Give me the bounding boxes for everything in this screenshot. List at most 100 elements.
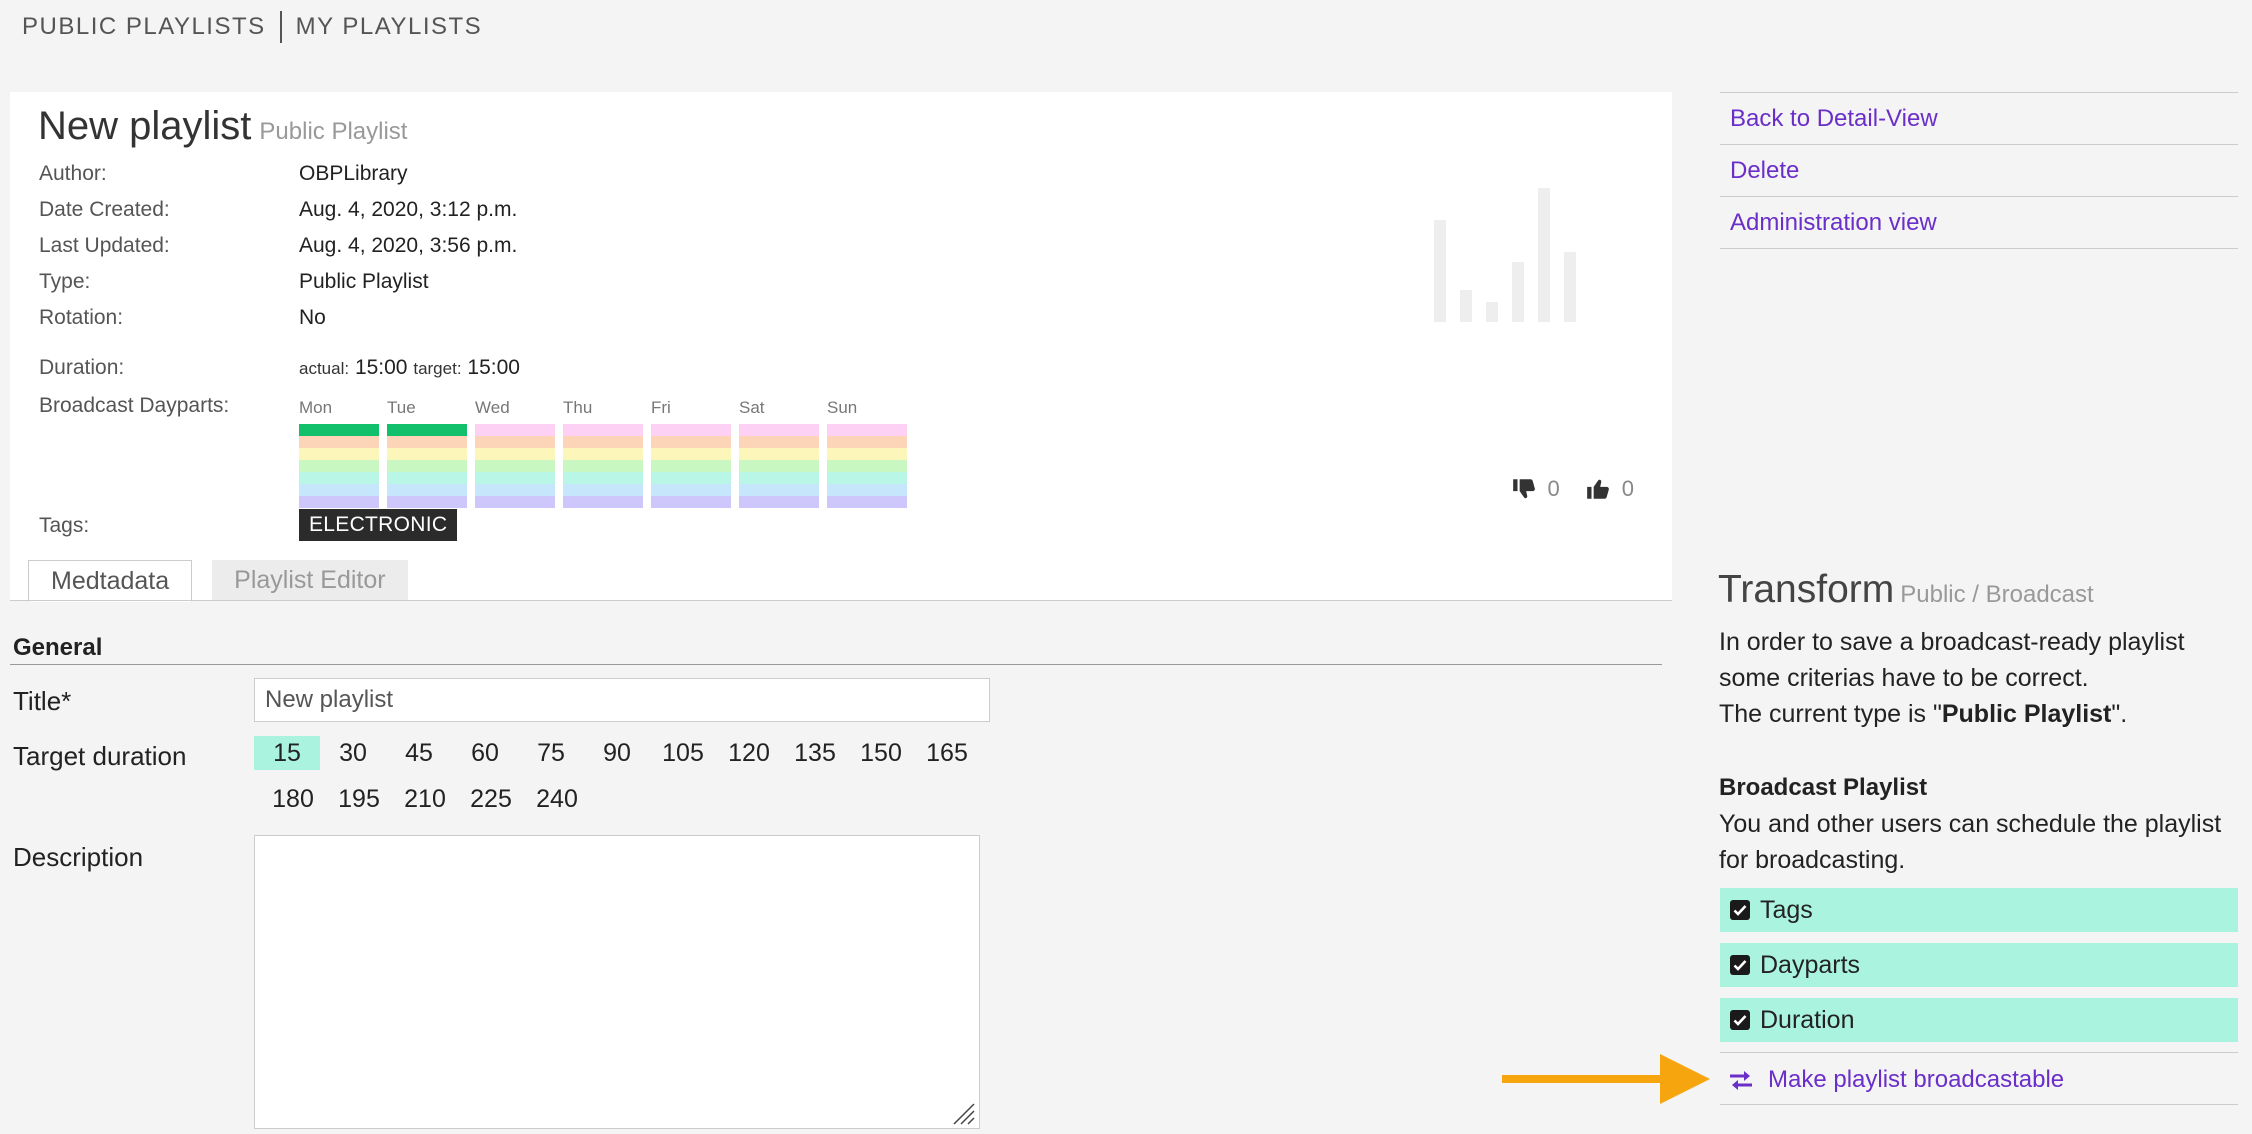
daypart-slot: [739, 484, 819, 496]
back-to-detail-view-link[interactable]: Back to Detail-View: [1720, 92, 2238, 144]
daypart-slot: [651, 424, 731, 436]
duration-option-150[interactable]: 150: [848, 736, 914, 770]
tab-playlist-editor[interactable]: Playlist Editor: [212, 560, 408, 600]
checkbox-checked-icon: [1730, 1010, 1750, 1030]
daypart-slot: [651, 436, 731, 448]
daypart-slot: [563, 484, 643, 496]
daypart-slot: [475, 484, 555, 496]
daypart-slot: [563, 496, 643, 508]
daypart-column-tue: Tue: [387, 398, 467, 508]
date-created-label: Date Created:: [39, 198, 170, 221]
daypart-slot: [475, 448, 555, 460]
duration-option-15[interactable]: 15: [254, 736, 320, 770]
daypart-slot: [827, 472, 907, 484]
daypart-slot: [739, 496, 819, 508]
daypart-slot: [475, 496, 555, 508]
duration-option-105[interactable]: 105: [650, 736, 716, 770]
daypart-day-label: Mon: [299, 398, 333, 417]
daypart-slot: [387, 448, 467, 460]
duration-option-165[interactable]: 165: [914, 736, 980, 770]
tabs-divider: [10, 600, 1672, 601]
duration-actual: 15:00: [354, 356, 408, 379]
daypart-slot: [739, 472, 819, 484]
description-textarea[interactable]: [254, 835, 980, 1129]
duration-option-120[interactable]: 120: [716, 736, 782, 770]
duration-option-75[interactable]: 75: [518, 736, 584, 770]
top-nav: PUBLIC PLAYLISTS MY PLAYLISTS: [22, 11, 483, 43]
duration-option-180[interactable]: 180: [260, 782, 326, 816]
author-link[interactable]: OBPLibrary: [299, 162, 408, 186]
resize-handle-icon[interactable]: [950, 1100, 976, 1126]
daypart-slot: [651, 448, 731, 460]
duration-option-210[interactable]: 210: [392, 782, 458, 816]
last-updated-value: Aug. 4, 2020, 3:56 p.m.: [299, 234, 518, 257]
duration-option-60[interactable]: 60: [452, 736, 518, 770]
daypart-slot: [475, 424, 555, 436]
type-value: Public Playlist: [299, 270, 429, 293]
duration-option-240[interactable]: 240: [524, 782, 590, 816]
arrow-right-icon: [1502, 1054, 1710, 1104]
daypart-slot: [387, 424, 467, 436]
upvote-button[interactable]: 0: [1584, 476, 1634, 502]
duration-option-45[interactable]: 45: [386, 736, 452, 770]
duration-target: 15:00: [467, 356, 520, 379]
daypart-slot: [299, 472, 379, 484]
delete-label[interactable]: Delete: [1730, 157, 1799, 185]
tag-badge[interactable]: ELECTRONIC: [299, 509, 458, 541]
daypart-slot: [387, 472, 467, 484]
delete-link[interactable]: Delete: [1720, 144, 2238, 196]
downvote-button[interactable]: 0: [1510, 476, 1560, 502]
make-button-divider-bottom: [1720, 1104, 2238, 1105]
daypart-column-sun: Sun: [827, 398, 907, 508]
playlist-type-subtitle: Public Playlist: [259, 118, 408, 145]
daypart-slot: [299, 436, 379, 448]
make-broadcastable-button[interactable]: Make playlist broadcastable: [1728, 1062, 2064, 1098]
nav-public-playlists[interactable]: PUBLIC PLAYLISTS: [22, 13, 266, 41]
rotation-value: No: [299, 306, 326, 329]
duration-option-90[interactable]: 90: [584, 736, 650, 770]
daypart-column-mon: Mon: [299, 398, 379, 508]
daypart-column-thu: Thu: [563, 398, 643, 508]
daypart-slot: [739, 460, 819, 472]
tab-metadata[interactable]: Medtadata: [28, 560, 193, 602]
sidebar-divider: [1720, 248, 2238, 249]
make-broadcastable-label[interactable]: Make playlist broadcastable: [1768, 1066, 2064, 1094]
daypart-slot: [299, 448, 379, 460]
daypart-slot: [651, 472, 731, 484]
daypart-slot: [739, 424, 819, 436]
back-to-detail-view-label[interactable]: Back to Detail-View: [1730, 105, 1938, 133]
administration-view-label[interactable]: Administration view: [1730, 209, 1937, 237]
general-section-title: General: [13, 634, 103, 661]
daypart-slot: [827, 460, 907, 472]
section-divider: [10, 664, 1662, 665]
downvote-count: 0: [1547, 476, 1560, 501]
daypart-slot: [299, 460, 379, 472]
duration-option-30[interactable]: 30: [320, 736, 386, 770]
upvote-count: 0: [1621, 476, 1634, 501]
administration-view-link[interactable]: Administration view: [1720, 196, 2238, 248]
duration-option-135[interactable]: 135: [782, 736, 848, 770]
title-input[interactable]: [254, 678, 990, 722]
daypart-slot: [563, 472, 643, 484]
daypart-slot: [651, 496, 731, 508]
transform-description: In order to save a broadcast-ready playl…: [1719, 624, 2239, 732]
daypart-slot: [827, 424, 907, 436]
broadcast-playlist-title: Broadcast Playlist: [1719, 774, 1928, 801]
duration-option-225[interactable]: 225: [458, 782, 524, 816]
daypart-slot: [827, 448, 907, 460]
tags-label: Tags:: [39, 514, 90, 537]
daypart-day-label: Wed: [475, 398, 510, 417]
transform-text-line2: some criterias have to be correct.: [1719, 664, 2089, 692]
duration-option-195[interactable]: 195: [326, 782, 392, 816]
nav-my-playlists[interactable]: MY PLAYLISTS: [296, 13, 483, 41]
rotation-label: Rotation:: [39, 306, 124, 329]
nav-divider: [279, 11, 282, 43]
daypart-slot: [651, 460, 731, 472]
criterion-dayparts: Dayparts: [1720, 943, 2238, 987]
daypart-slot: [299, 496, 379, 508]
playlist-header-panel: New playlist Public Playlist Author: OBPL…: [10, 92, 1672, 600]
criterion-duration: Duration: [1720, 998, 2238, 1042]
daypart-slot: [651, 484, 731, 496]
date-created-value: Aug. 4, 2020, 3:12 p.m.: [299, 198, 518, 221]
target-duration-label: Target duration: [13, 741, 187, 771]
